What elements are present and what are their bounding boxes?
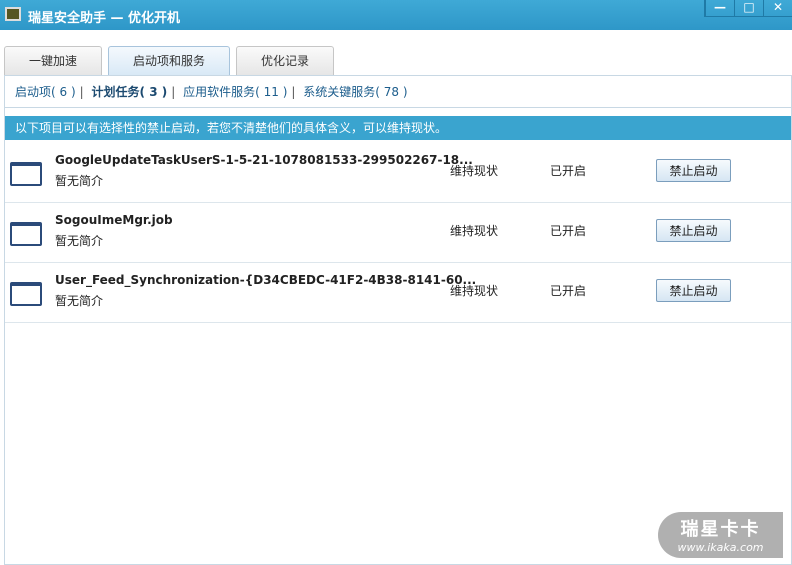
- info-banner: 以下项目可以有选择性的禁止启动，若您不清楚他们的具体含义，可以维持现状。: [5, 116, 791, 140]
- subnav-count: ( 6 ): [51, 85, 76, 99]
- subnav-scheduled-tasks[interactable]: 计划任务( 3 ): [92, 85, 168, 99]
- task-name: GoogleUpdateTaskUserS-1-5-21-1078081533-…: [55, 153, 473, 167]
- subnav-label: 计划任务: [91, 85, 140, 99]
- subnav-count: ( 3 ): [139, 85, 168, 99]
- task-action: 维持现状: [450, 164, 499, 178]
- tab-startup-and-services[interactable]: 启动项和服务: [108, 46, 230, 75]
- subnav-label: 系统关键服务: [303, 85, 376, 99]
- app-icon: [5, 7, 21, 21]
- task-name: User_Feed_Synchronization-{D34CBEDC-41F2…: [55, 273, 477, 287]
- task-description: 暂无简介: [55, 174, 104, 188]
- title-bar: 瑞星安全助手 — 优化开机 — □ ✕: [0, 0, 792, 30]
- task-action: 维持现状: [450, 284, 499, 298]
- tab-one-click-speedup[interactable]: 一键加速: [4, 46, 102, 75]
- subnav-system-services[interactable]: 系统关键服务( 78 ): [303, 85, 407, 99]
- disable-startup-button[interactable]: 禁止启动: [656, 159, 731, 182]
- task-description: 暂无简介: [55, 294, 104, 308]
- subnav-count: ( 78 ): [375, 85, 408, 99]
- subnav-count: ( 11 ): [255, 85, 288, 99]
- sub-navigation: 启动项( 6 ) | 计划任务( 3 ) | 应用软件服务( 11 ) | 系统关键服…: [5, 76, 791, 108]
- table-row: User_Feed_Synchronization-{D34CBEDC-41F2…: [5, 263, 791, 323]
- separator: |: [291, 85, 296, 99]
- task-action: 维持现状: [450, 224, 499, 238]
- subnav-label: 应用软件服务: [183, 85, 256, 99]
- maximize-button[interactable]: □: [734, 0, 763, 16]
- minimize-button[interactable]: —: [705, 0, 734, 16]
- ikaka-logo[interactable]: 瑞星卡卡 www.ikaka.com: [658, 512, 783, 558]
- table-row: SogouImeMgr.job 暂无简介 维持现状 已开启 禁止启动: [5, 203, 791, 263]
- subnav-label: 启动项: [15, 85, 52, 99]
- task-status: 已开启: [550, 224, 587, 238]
- disable-startup-button[interactable]: 禁止启动: [656, 279, 731, 302]
- window-icon: [10, 162, 42, 186]
- task-status: 已开启: [550, 284, 587, 298]
- tab-bar: 一键加速 启动项和服务 优化记录: [4, 46, 334, 75]
- logo-url: www.ikaka.com: [677, 541, 764, 554]
- disable-startup-button[interactable]: 禁止启动: [656, 219, 731, 242]
- task-name: SogouImeMgr.job: [55, 213, 173, 227]
- tab-optimization-log[interactable]: 优化记录: [236, 46, 334, 75]
- separator: |: [171, 85, 176, 99]
- window-icon: [10, 282, 42, 306]
- content-panel: 启动项( 6 ) | 计划任务( 3 ) | 应用软件服务( 11 ) | 系统关键服…: [4, 75, 792, 565]
- logo-brand: 瑞星卡卡: [680, 519, 761, 540]
- task-status: 已开启: [550, 164, 587, 178]
- subnav-app-services[interactable]: 应用软件服务( 11 ): [183, 85, 287, 99]
- separator: |: [79, 85, 84, 99]
- subnav-startup-items[interactable]: 启动项( 6 ): [15, 85, 76, 99]
- window-title: 瑞星安全助手 — 优化开机: [28, 11, 181, 26]
- window-icon: [10, 222, 42, 246]
- task-description: 暂无简介: [55, 234, 104, 248]
- table-row: GoogleUpdateTaskUserS-1-5-21-1078081533-…: [5, 143, 791, 203]
- close-button[interactable]: ✕: [763, 0, 792, 16]
